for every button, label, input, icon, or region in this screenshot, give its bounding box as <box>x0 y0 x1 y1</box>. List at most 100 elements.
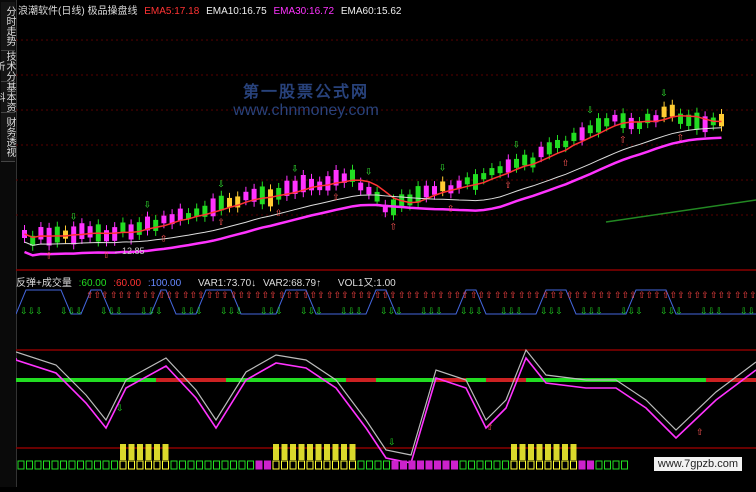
signal-block <box>383 460 390 470</box>
indicator-title: 反弹+成交量 <box>16 278 72 289</box>
buy-arrow: ⇧ <box>275 208 283 218</box>
signal-block <box>553 460 560 470</box>
candlestick <box>38 227 44 240</box>
indicator-value-blue: :100.00 <box>147 278 182 289</box>
signal-up-row: ⇧⇧⇧ <box>326 290 349 300</box>
candlestick <box>596 118 601 133</box>
signal-block <box>204 460 212 470</box>
ema30-label: EMA30:16.72 <box>273 6 335 17</box>
buy-arrow: ⇧ <box>160 233 168 243</box>
signal-bar <box>519 444 526 460</box>
tab-financials[interactable]: 财务透视 <box>1 113 15 162</box>
candlestick <box>120 222 126 233</box>
signal-block <box>289 460 297 470</box>
candlestick <box>227 197 232 208</box>
osc-arrow: ⇧ <box>696 427 704 437</box>
candlestick <box>432 186 437 195</box>
signal-block <box>510 460 518 470</box>
tab-fundamentals[interactable]: 基本资料 <box>0 82 15 113</box>
signal-bar <box>273 444 279 460</box>
chart-area[interactable]: ⇧ ⇧ ⇧ ⇧ ⇧ ⇧ ⇧ ⇧ ⇧ ⇧ ⇧ ⇧ ⇩ ⇩ ⇩ ⇩ ⇩ ⇩ ⇩ ⇩ ⇩ ⇧⇧⇧ ⇧⇧⇧ ⇧⇧⇧ ⇧⇧⇧ ⇧⇧⇧ ⇧⇧⇧ ⇧… <box>15 0 756 487</box>
candlestick <box>79 223 85 240</box>
candlestick <box>719 113 724 127</box>
signal-block <box>43 460 50 470</box>
candlestick <box>514 158 519 168</box>
side-tab-bar: 分时走势 技术分析 基本资料 财务透视 <box>0 0 17 487</box>
signal-block <box>77 460 84 470</box>
sell-arrow: ⇩ <box>70 211 78 221</box>
candlestick <box>153 219 159 231</box>
signal-block <box>85 460 93 470</box>
signal-down-row: ⇩⇩⇩ <box>300 306 323 316</box>
signal-bar <box>290 444 296 460</box>
candlestick <box>218 195 224 211</box>
signal-block <box>442 460 450 470</box>
signal-up-row: ⇧⇧⇧ <box>398 290 421 300</box>
candlestick <box>177 208 183 221</box>
candlestick <box>563 140 569 148</box>
signal-block <box>604 460 611 470</box>
signal-bar <box>120 444 126 460</box>
low-price-label: ←12.85 <box>113 246 145 256</box>
signal-up-row: ⇧⇧⇧ <box>302 290 325 300</box>
signal-bar <box>154 444 160 460</box>
signal-block <box>17 460 25 470</box>
signal-block <box>281 460 288 470</box>
candlestick <box>112 227 118 241</box>
signal-bar <box>511 444 517 460</box>
signal-bar <box>536 444 543 460</box>
signal-block <box>476 460 484 470</box>
signal-up-row: ⇧⇧⇧ <box>518 290 541 300</box>
ema5-line <box>24 114 722 239</box>
signal-bar <box>553 444 560 460</box>
buy-arrow: ⇧ <box>217 217 225 227</box>
candlestick <box>661 106 667 118</box>
signal-block <box>519 460 526 470</box>
signal-down-row: ⇩⇩⇩ <box>220 306 243 316</box>
signal-block <box>425 460 433 470</box>
signal-block <box>366 460 373 470</box>
signal-bar <box>281 444 288 460</box>
signal-down-row: ⇩⇩⇩ <box>540 306 563 316</box>
signal-block <box>60 460 67 470</box>
signal-up-row: ⇧⇧⇧ <box>374 290 397 300</box>
signal-down-row: ⇩⇩⇩ <box>620 306 643 316</box>
signal-block <box>570 460 577 470</box>
signal-block <box>459 460 467 470</box>
watermark-line1: 第一股票公式网 <box>242 84 369 101</box>
long-ma-line <box>605 199 756 223</box>
candlestick <box>571 132 577 142</box>
signal-block <box>561 460 569 470</box>
tab-technical[interactable]: 技术分析 <box>0 51 15 82</box>
signal-block <box>451 460 458 470</box>
candlestick <box>612 114 618 122</box>
signal-block <box>391 460 399 470</box>
signal-block <box>298 460 305 470</box>
candlestick <box>637 121 642 130</box>
signal-up-row: ⇧⇧⇧ <box>230 290 253 300</box>
sell-arrow: ⇩ <box>439 162 447 172</box>
signal-block <box>238 460 246 470</box>
signal-block <box>94 460 101 470</box>
signal-block <box>349 460 356 470</box>
signal-block <box>527 460 535 470</box>
signal-up-row: ⇧⇧⇧ <box>734 290 756 300</box>
signal-bar <box>562 444 568 460</box>
signal-up-row: ⇧⇧⇧ <box>686 290 709 300</box>
buy-arrow: ⇧ <box>332 192 340 202</box>
signal-up-row: ⇧⇧⇧ <box>206 290 229 300</box>
signal-block <box>417 460 424 470</box>
buy-arrow: ⇧ <box>390 221 398 231</box>
chart-canvas: ⇧ ⇧⇧⇧⇧⇧⇧⇧⇧⇧⇧ ⇧⇩⇩⇩⇩ ⇩ ⇩⇩⇩⇩⇧⇧⇧ ⇧⇧⇧ ⇧⇧⇧ ⇧⇧⇧ ⇧⇧⇧ ⇧⇧⇧ ⇧… <box>15 39 756 470</box>
vol1-value: VOL1又:1.00 <box>337 278 396 289</box>
candlestick <box>136 222 142 235</box>
tab-intraday[interactable]: 分时走势 <box>1 2 15 51</box>
signal-block <box>196 460 203 470</box>
signal-bar <box>341 444 347 460</box>
signal-up-row: ⇧⇧⇧ <box>86 290 109 300</box>
signal-block <box>272 460 280 470</box>
signal-block <box>102 460 110 470</box>
candlestick <box>555 139 560 149</box>
signal-up-row: ⇧⇧⇧ <box>182 290 205 300</box>
candlestick <box>440 181 446 192</box>
